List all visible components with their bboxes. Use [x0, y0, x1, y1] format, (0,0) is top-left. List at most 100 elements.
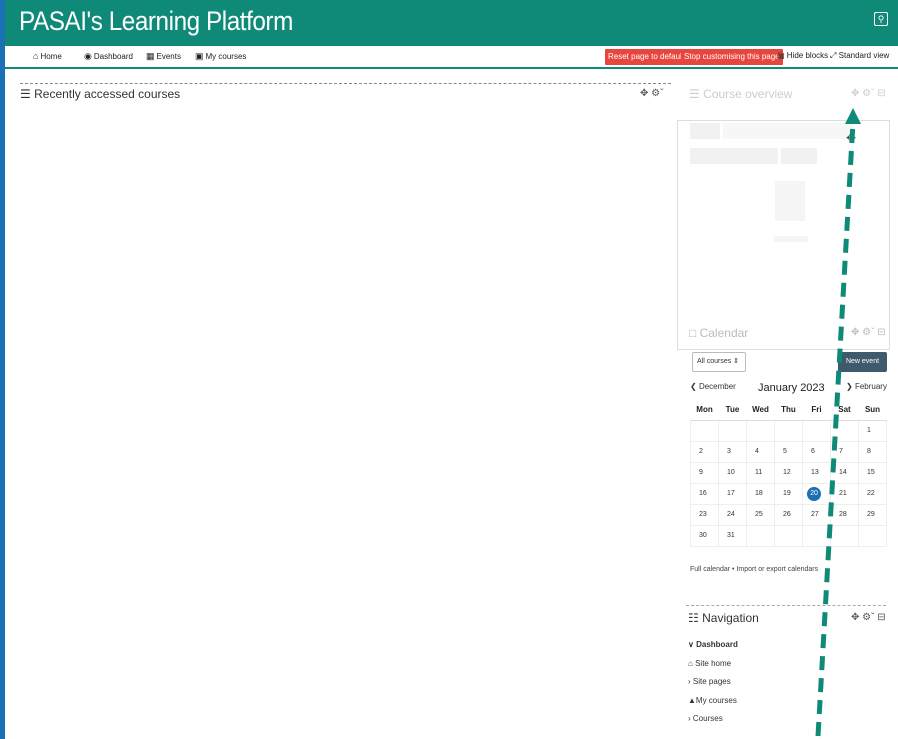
nav-home[interactable]: ⌂ Home: [33, 51, 62, 61]
drag-cursor-icon: ✥: [846, 131, 857, 145]
calendar-day-cell[interactable]: 13: [802, 461, 831, 484]
calendar-title: Calendar: [699, 326, 749, 340]
site-title[interactable]: PASAI's Learning Platform: [19, 6, 293, 37]
new-event-button[interactable]: New event: [838, 352, 887, 372]
calendar-day-cell[interactable]: 6: [802, 440, 831, 463]
weekday-header: Sun: [858, 400, 887, 421]
nav-dashboard-label: Dashboard: [93, 52, 133, 61]
calendar-week-row: 9 10 11 12 13 14 15: [690, 461, 887, 484]
nav-tree-my-courses[interactable]: ▲My courses: [688, 696, 737, 705]
nav-events[interactable]: ▦ Events: [146, 51, 181, 62]
calendar-day-cell[interactable]: 3: [718, 440, 747, 463]
calendar-day-cell: [858, 524, 887, 547]
move-icon[interactable]: ✥: [851, 327, 859, 338]
nav-tree-courses[interactable]: › Courses: [688, 714, 723, 723]
nav-tree-label: Site pages: [692, 677, 731, 686]
course-overview-drag-box[interactable]: ✥: [677, 120, 890, 350]
calendar-day-cell[interactable]: 29: [858, 503, 887, 526]
calendar-day-cell[interactable]: 8: [858, 440, 887, 463]
calendar-day-cell[interactable]: 18: [746, 482, 775, 505]
calendar-day-cell[interactable]: 19: [774, 482, 803, 505]
gear-icon[interactable]: ⚙: [651, 88, 660, 99]
prev-month-link[interactable]: ❮ December: [690, 382, 736, 391]
chevron-down-icon[interactable]: ˇ: [871, 88, 874, 99]
chevron-down-icon[interactable]: ˇ: [871, 612, 874, 623]
home-icon: ⌂: [688, 659, 693, 668]
calendar-day-cell[interactable]: 1: [858, 419, 887, 442]
nav-tree-label: Dashboard: [696, 640, 738, 649]
reset-page-button[interactable]: Reset page to default: [605, 49, 688, 65]
calendar-day-cell[interactable]: 31: [718, 524, 747, 547]
hide-blocks-button[interactable]: ▤ Hide blocks: [777, 51, 828, 60]
calendar-day-cell[interactable]: 30: [690, 524, 719, 547]
faded-sort: [690, 148, 778, 164]
nav-my-courses[interactable]: ▣ My courses: [195, 51, 246, 62]
calendar-day-cell[interactable]: 15: [858, 461, 887, 484]
calendar-day-cell[interactable]: 24: [718, 503, 747, 526]
calendar-day-cell[interactable]: 10: [718, 461, 747, 484]
calendar-day-cell[interactable]: 12: [774, 461, 803, 484]
next-month-link[interactable]: ❯ February: [846, 382, 887, 391]
navigation-block-controls[interactable]: ✥ ⚙ˇ ⊟: [851, 612, 886, 623]
calendar-day-cell[interactable]: 9: [690, 461, 719, 484]
standard-view-label: Standard view: [838, 51, 890, 60]
course-filter-select[interactable]: All courses ⇕: [692, 352, 746, 372]
nav-tree-site-home[interactable]: ⌂ Site home: [688, 659, 731, 668]
stop-customising-button[interactable]: Stop customising this page: [681, 49, 783, 65]
calendar-day-cell[interactable]: 11: [746, 461, 775, 484]
calendar-day-cell[interactable]: 20: [802, 482, 831, 505]
calendar-block-controls[interactable]: ✥ ⚙ˇ ⊟: [851, 327, 886, 338]
chevron-down-icon: ∨: [688, 640, 694, 649]
calendar-day-cell[interactable]: 4: [746, 440, 775, 463]
collapse-icon[interactable]: ⊟: [877, 612, 885, 623]
calendar-day-cell[interactable]: 28: [830, 503, 859, 526]
calendar-header: □ Calendar: [689, 326, 748, 340]
main-divider: [20, 83, 671, 84]
chevron-down-icon[interactable]: ˇ: [871, 327, 874, 338]
calendar-day-cell[interactable]: 16: [690, 482, 719, 505]
calendar-week-row: 30 31: [690, 524, 887, 547]
nav-dashboard[interactable]: ◉ Dashboard: [84, 51, 133, 62]
overview-block-controls[interactable]: ✥ ⚙ˇ ⊟: [851, 88, 886, 99]
calendar-day-cell[interactable]: 23: [690, 503, 719, 526]
move-icon[interactable]: ✥: [851, 88, 859, 99]
nav-tree-label: Courses: [692, 714, 723, 723]
calendar-icon: □: [689, 326, 697, 340]
sitemap-icon: ☷: [688, 611, 699, 625]
standard-view-button[interactable]: ⤢ Standard view: [830, 51, 889, 61]
home-icon: ⌂: [33, 51, 39, 61]
nav-tree-label: My courses: [695, 696, 737, 705]
calendar-day-cell[interactable]: 22: [858, 482, 887, 505]
chevron-left-icon: ❮: [690, 382, 697, 391]
nav-tree-dashboard[interactable]: ∨ Dashboard: [688, 640, 738, 649]
collapse-icon[interactable]: ⊟: [877, 88, 885, 99]
calendar-day-cell[interactable]: 2: [690, 440, 719, 463]
calendar-day-cell[interactable]: 7: [830, 440, 859, 463]
calendar-day-cell[interactable]: 5: [774, 440, 803, 463]
drag-arrow-overlay: [815, 108, 861, 737]
calendar-day-cell[interactable]: 25: [746, 503, 775, 526]
weekday-header: Mon: [690, 400, 719, 421]
menu-icon[interactable]: ☰: [20, 87, 31, 101]
move-icon[interactable]: ✥: [640, 88, 648, 99]
nav-tree-site-pages[interactable]: › Site pages: [688, 677, 731, 686]
collapse-icon[interactable]: ⊟: [877, 327, 885, 338]
calendar-day-cell[interactable]: 27: [802, 503, 831, 526]
menu-icon[interactable]: ☰: [689, 87, 700, 101]
calendar-footer-links[interactable]: Full calendar • Import or export calenda…: [690, 566, 818, 573]
gear-icon[interactable]: ⚙: [862, 88, 871, 99]
calendar-day-cell[interactable]: 26: [774, 503, 803, 526]
chevron-down-icon[interactable]: ˇ: [660, 88, 663, 99]
today-marker[interactable]: 20: [807, 486, 821, 501]
calendar-day-cell[interactable]: 21: [830, 482, 859, 505]
calendar-day-cell[interactable]: 17: [718, 482, 747, 505]
move-icon[interactable]: ✥: [851, 612, 859, 623]
gear-icon[interactable]: ⚙: [862, 612, 871, 623]
calendar-day-cell[interactable]: 14: [830, 461, 859, 484]
chevron-right-icon: ›: [688, 677, 691, 686]
course-filter-label: All courses: [697, 358, 732, 365]
gear-icon[interactable]: ⚙: [862, 327, 871, 338]
search-icon[interactable]: ⚲: [874, 12, 888, 26]
recent-block-controls[interactable]: ✥ ⚙ˇ: [640, 88, 663, 99]
faded-empty-text: [774, 236, 808, 242]
